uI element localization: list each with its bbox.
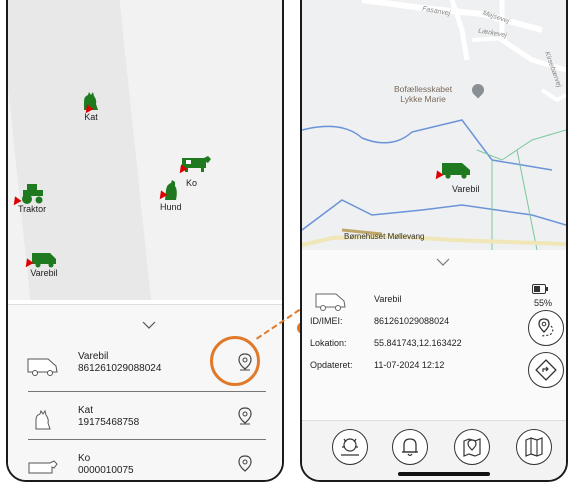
location-pin-icon[interactable] [238, 407, 252, 425]
id-label: ID/IMEI: [310, 316, 343, 326]
updated-value: 11-07-2024 12:12 [374, 360, 445, 370]
marker-label: Varebil [30, 268, 58, 278]
item-name: Ko [78, 453, 91, 464]
location-label: Lokation: [310, 338, 347, 348]
list-item-ko[interactable]: Ko 0000010075 [26, 449, 266, 480]
chevron-down-icon[interactable] [142, 321, 156, 329]
highlight-circle [210, 336, 260, 386]
battery-icon [532, 284, 548, 294]
location-pin-icon[interactable] [238, 455, 252, 473]
divider [28, 439, 266, 440]
poi-label-school: Børnehuset Møllevang [344, 232, 425, 241]
device-detail-sheet: Varebil ID/IMEI: 861261029088024 Lokatio… [302, 250, 566, 420]
location-value: 55.841743,12.163422 [374, 338, 462, 348]
poi-label-line-1: Bofællesskabet [394, 84, 453, 94]
map-marker-traktor[interactable]: Traktor [18, 182, 46, 214]
map-icon [524, 436, 543, 457]
item-name: Kat [78, 405, 94, 416]
tractor-icon [22, 184, 44, 204]
map-nav-button[interactable] [516, 429, 552, 465]
device-name: Varebil [374, 294, 402, 304]
divider [28, 391, 266, 392]
home-indicator [398, 472, 490, 476]
item-imei: 0000010075 [78, 465, 134, 476]
right-phone-frame: Fasanvej Mejsevej Lærkevej Kirsebærvej B… [300, 0, 568, 482]
marker-label: Hund [160, 202, 182, 212]
van-icon [32, 253, 56, 268]
bell-icon [401, 437, 418, 456]
cow-outline-icon [28, 460, 58, 474]
directions-icon [534, 358, 557, 381]
route-pin-icon [537, 317, 553, 337]
marker-label: Kat [84, 112, 98, 122]
van-outline-icon [27, 358, 58, 376]
id-value: 861261029088024 [374, 316, 450, 326]
animal-map[interactable]: Kat Ko Hund Traktor Varebil [8, 0, 282, 300]
van-outline-icon [315, 293, 346, 311]
route-history-button[interactable] [528, 310, 564, 346]
animals-nav-button[interactable] [332, 429, 368, 465]
navigate-button[interactable] [528, 352, 564, 388]
cat-outline-icon [35, 409, 51, 430]
locations-nav-button[interactable] [454, 429, 490, 465]
poi-label: Bofællesskabet Lykke Marie [394, 84, 452, 104]
van-marker-icon[interactable] [440, 160, 472, 180]
item-imei: 861261029088024 [78, 363, 162, 374]
item-imei: 19175468758 [78, 417, 140, 428]
chevron-down-icon[interactable] [436, 258, 450, 266]
vehicle-map-label: Varebil [452, 184, 480, 194]
marker-label-ko: Ko [186, 178, 198, 188]
animals-icon [340, 437, 359, 456]
street-map[interactable]: Fasanvej Mejsevej Lærkevej Kirsebærvej B… [302, 0, 566, 250]
device-list-sheet: Varebil 861261029088024 Kat 19175468758 [8, 304, 282, 480]
poi-label-line-2: Lykke Marie [400, 94, 446, 104]
updated-label: Opdateret: [310, 360, 353, 370]
marker-label: Traktor [18, 204, 47, 214]
alerts-nav-button[interactable] [392, 429, 428, 465]
left-phone-frame: Kat Ko Hund Traktor Varebil Varebil 8612… [6, 0, 284, 482]
map-roads [302, 0, 566, 250]
item-name: Varebil [78, 351, 109, 362]
map-marker-varebil[interactable]: Varebil [30, 250, 58, 278]
battery-percentage: 55% [533, 298, 552, 308]
map-pin-icon [462, 437, 481, 457]
